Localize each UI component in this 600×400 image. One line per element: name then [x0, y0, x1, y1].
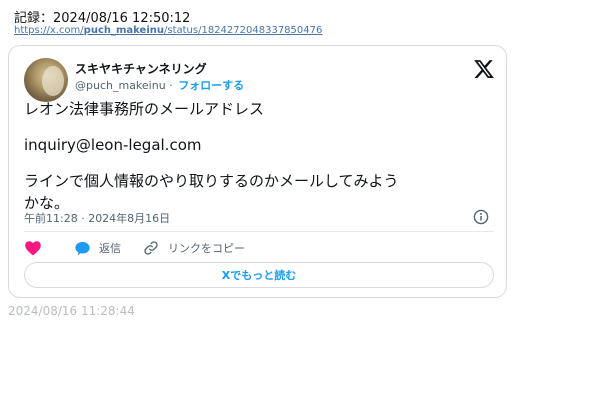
record-label: 記録：2024/08/16 12:50:12: [14, 11, 191, 26]
follow-button[interactable]: フォローする: [178, 79, 244, 92]
tweet-text: レオン法律事務所のメールアドレス inquiry@leon-legal.com …: [24, 98, 494, 214]
display-name[interactable]: スキヤキチャンネリング: [75, 60, 207, 77]
handle-separator: ·: [165, 79, 177, 92]
handle[interactable]: @puch_makeinu: [75, 79, 166, 92]
handle-row: @puch_makeinu · フォローする: [75, 77, 244, 93]
record-url-link[interactable]: https://x.com/puch_makeinu/status/182427…: [14, 25, 322, 36]
link-icon: [144, 241, 158, 255]
read-more-button[interactable]: Xでもっと読む: [24, 262, 494, 288]
tweet-actions: 返信 リンクをコピー: [24, 240, 245, 256]
copy-link-label: リンクをコピー: [168, 242, 245, 255]
reply-button[interactable]: 返信: [74, 240, 121, 256]
divider: [24, 231, 494, 232]
copy-link-button[interactable]: リンクをコピー: [143, 240, 245, 256]
reply-label: 返信: [99, 242, 121, 255]
record-url-suffix: /status/1824272048337850476: [164, 25, 323, 36]
avatar[interactable]: [24, 58, 68, 102]
info-icon[interactable]: [473, 209, 489, 225]
tweet-text-email[interactable]: inquiry@leon-legal.com: [24, 134, 494, 156]
footer-timestamp: 2024/08/16 11:28:44: [8, 304, 135, 318]
record-url-user: puch_makeinu: [83, 25, 164, 36]
reply-bubble-icon: [75, 241, 90, 255]
tweet-timestamp[interactable]: 午前11:28 · 2024年8月16日: [24, 210, 170, 226]
tweet-card: スキヤキチャンネリング @puch_makeinu · フォローする レオン法律…: [8, 45, 507, 298]
tweet-text-line-3: ラインで個人情報のやり取りするのかメールしてみよう: [24, 172, 399, 190]
record-url-prefix: https://x.com/: [14, 25, 84, 36]
heart-icon[interactable]: [24, 240, 42, 256]
x-logo-icon[interactable]: [473, 58, 495, 80]
tweet-text-line-1: レオン法律事務所のメールアドレス: [24, 100, 265, 118]
